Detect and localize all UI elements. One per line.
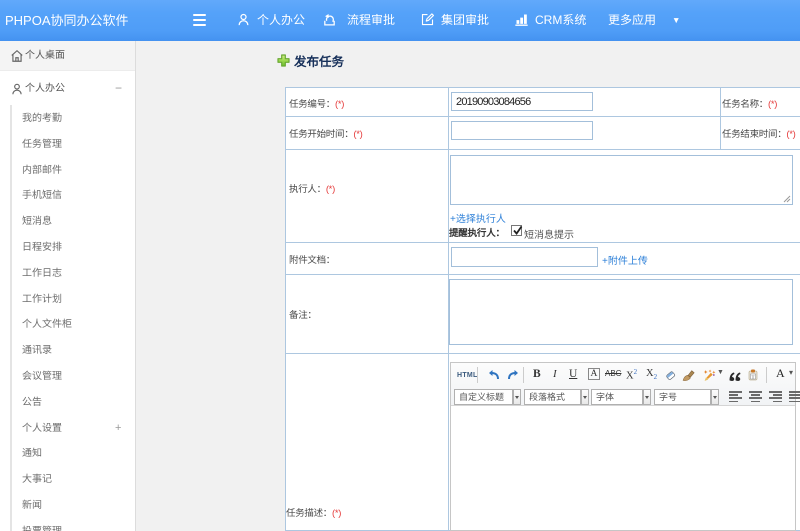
svg-text:T: T: [752, 375, 755, 380]
